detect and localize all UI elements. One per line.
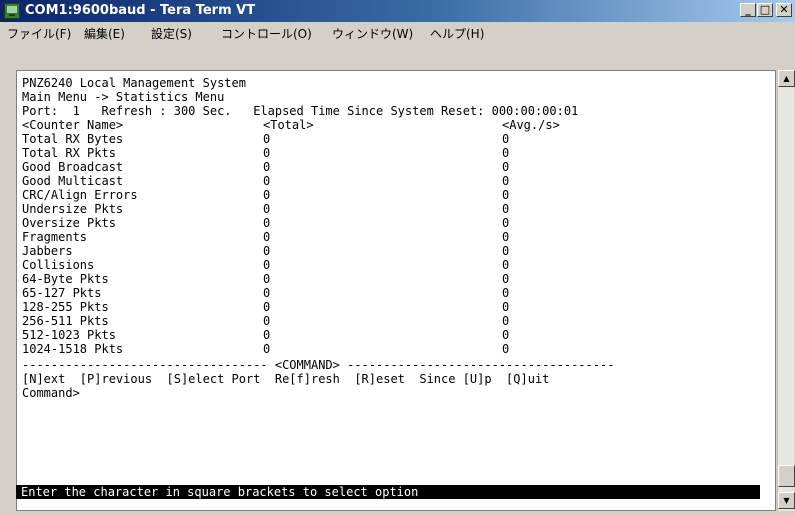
counter-total: 0 — [263, 202, 271, 216]
command-divider: ---------------------------------- <COMM… — [22, 358, 615, 372]
scroll-down-arrow-icon[interactable]: ▼ — [778, 492, 795, 509]
counter-avg: 0 — [502, 146, 510, 160]
counter-total: 0 — [263, 342, 271, 356]
minimize-button[interactable]: _ — [740, 3, 756, 17]
counter-avg: 0 — [502, 342, 510, 356]
menu-window[interactable]: ウィンドウ(W) — [332, 25, 413, 42]
counter-name: 256-511 Pkts — [22, 314, 109, 328]
menu-control[interactable]: コントロール(O) — [221, 25, 312, 42]
counter-avg: 0 — [502, 244, 510, 258]
counter-total: 0 — [263, 188, 271, 202]
menu-help[interactable]: ヘルプ(H) — [430, 25, 484, 42]
counter-total: 0 — [263, 272, 271, 286]
counter-total: 0 — [263, 300, 271, 314]
counter-name: 1024-1518 Pkts — [22, 342, 124, 356]
title-bar[interactable]: COM1:9600baud - Tera Term VT _ □ ✕ — [0, 0, 795, 22]
port-refresh-line: Port: 1 Refresh : 300 Sec. Elapsed Time … — [22, 104, 579, 118]
counter-avg: 0 — [502, 230, 510, 244]
counter-avg: 0 — [502, 272, 510, 286]
counter-name: Oversize Pkts — [22, 216, 116, 230]
counter-total: 0 — [263, 328, 271, 342]
counter-total: 0 — [263, 160, 271, 174]
counter-name: Undersize Pkts — [22, 202, 124, 216]
counter-avg: 0 — [502, 188, 510, 202]
counter-total: 0 — [263, 286, 271, 300]
menu-edit[interactable]: 編集(E) — [84, 25, 125, 42]
terminal-screen[interactable]: PNZ6240 Local Management System Main Men… — [16, 70, 776, 511]
terminal-text-area: PNZ6240 Local Management System Main Men… — [17, 71, 777, 512]
maximize-button[interactable]: □ — [757, 3, 773, 17]
counter-name: 64-Byte Pkts — [22, 272, 109, 286]
counter-name: Total RX Bytes — [22, 132, 124, 146]
menu-path-line: Main Menu -> Statistics Menu — [22, 90, 225, 104]
counter-name: Good Multicast — [22, 174, 124, 188]
counter-name: Total RX Pkts — [22, 146, 116, 160]
counter-avg: 0 — [502, 160, 510, 174]
terminal-status-line: Enter the character in square brackets t… — [16, 485, 760, 499]
scrollbar-thumb[interactable] — [778, 465, 795, 487]
counter-name: Collisions — [22, 258, 95, 272]
counter-avg: 0 — [502, 132, 510, 146]
menu-file[interactable]: ファイル(F) — [7, 25, 71, 42]
close-button[interactable]: ✕ — [776, 3, 792, 17]
counter-avg: 0 — [502, 202, 510, 216]
counter-total: 0 — [263, 216, 271, 230]
counter-name: 65-127 Pkts — [22, 286, 102, 300]
command-prompt: Command> — [22, 386, 80, 400]
system-name-line: PNZ6240 Local Management System — [22, 76, 246, 90]
counter-avg: 0 — [502, 328, 510, 342]
command-options: [N]ext [P]revious [S]elect Port Re[f]res… — [22, 372, 550, 386]
counter-name: 512-1023 Pkts — [22, 328, 116, 342]
vertical-scrollbar[interactable]: ▲ ▼ — [777, 70, 795, 511]
counter-total: 0 — [263, 314, 271, 328]
counter-avg: 0 — [502, 216, 510, 230]
counter-total: 0 — [263, 230, 271, 244]
header-avg: <Avg./s> — [502, 118, 560, 132]
counter-total: 0 — [263, 146, 271, 160]
counter-name: Good Broadcast — [22, 160, 124, 174]
counter-name: CRC/Align Errors — [22, 188, 138, 202]
counter-avg: 0 — [502, 174, 510, 188]
counter-total: 0 — [263, 174, 271, 188]
tera-term-app-icon[interactable] — [4, 3, 20, 19]
tera-term-window: COM1:9600baud - Tera Term VT _ □ ✕ ファイル(… — [0, 0, 795, 515]
scroll-up-arrow-icon[interactable]: ▲ — [778, 70, 795, 87]
counter-avg: 0 — [502, 314, 510, 328]
counter-name: 128-255 Pkts — [22, 300, 109, 314]
window-title: COM1:9600baud - Tera Term VT — [25, 3, 256, 18]
counter-avg: 0 — [502, 286, 510, 300]
counter-total: 0 — [263, 244, 271, 258]
header-total: <Total> — [263, 118, 314, 132]
counter-name: Jabbers — [22, 244, 73, 258]
status-text: Enter the character in square brackets t… — [21, 485, 419, 499]
counter-total: 0 — [263, 132, 271, 146]
counter-name: Fragments — [22, 230, 88, 244]
counter-avg: 0 — [502, 258, 510, 272]
header-counter-name: <Counter Name> — [22, 118, 124, 132]
counter-avg: 0 — [502, 300, 510, 314]
menu-setup[interactable]: 設定(S) — [151, 25, 192, 42]
menu-bar: ファイル(F) 編集(E) 設定(S) コントロール(O) ウィンドウ(W) ヘ… — [0, 22, 795, 42]
counter-total: 0 — [263, 258, 271, 272]
